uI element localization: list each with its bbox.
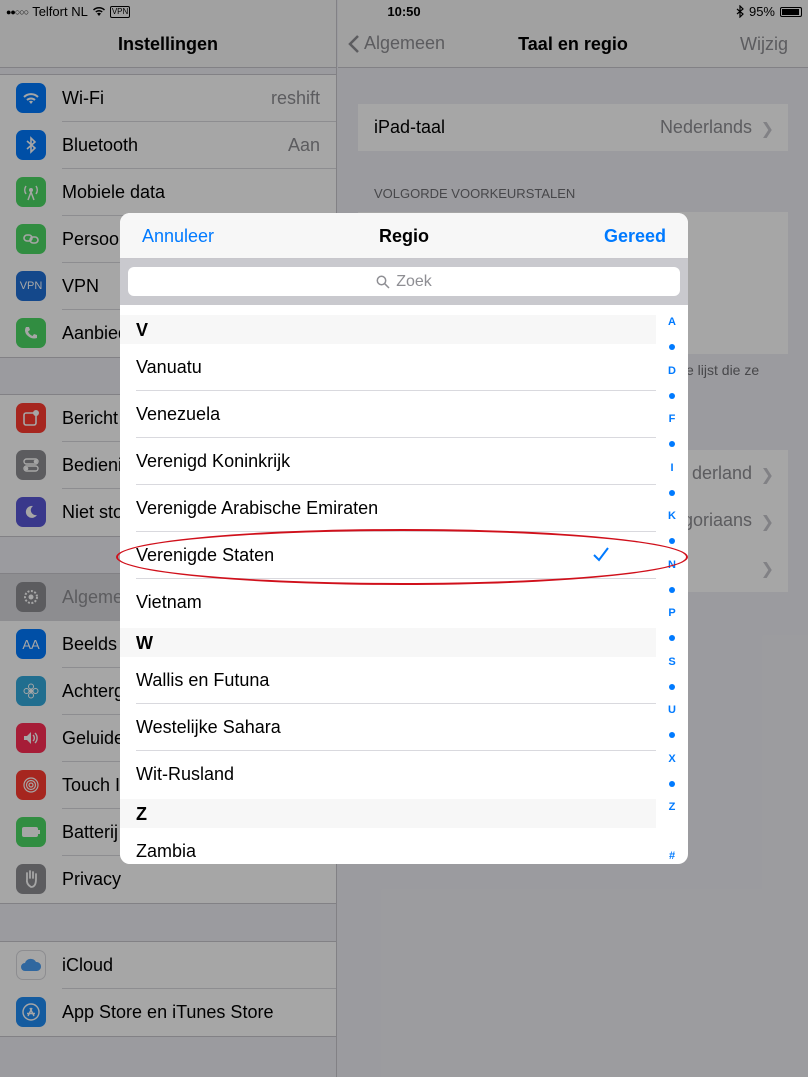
- battery-percentage: 95%: [748, 4, 775, 19]
- index-dot[interactable]: [669, 441, 675, 448]
- index-dot[interactable]: [669, 732, 675, 739]
- section-letter: Z: [136, 804, 147, 824]
- index-letter[interactable]: X: [656, 753, 688, 765]
- region-name: Westelijke Sahara: [136, 717, 281, 737]
- index-letter[interactable]: #: [656, 850, 688, 862]
- index-dot[interactable]: [669, 538, 675, 545]
- list-item[interactable]: Vietnam: [120, 579, 656, 626]
- list-item[interactable]: Wallis en Futuna: [120, 657, 656, 704]
- region-name: Verenigde Arabische Emiraten: [136, 498, 379, 518]
- index-dot[interactable]: [669, 392, 675, 399]
- list-item[interactable]: Vanuatu: [120, 344, 656, 391]
- region-name: Vanuatu: [136, 357, 202, 377]
- search-icon: [376, 275, 390, 289]
- index-letter[interactable]: F: [656, 413, 688, 425]
- status-time: 10:50: [387, 4, 421, 19]
- index-dot[interactable]: [669, 344, 675, 351]
- list-item[interactable]: Verenigde Arabische Emiraten: [120, 485, 656, 532]
- bluetooth-status-icon: [736, 5, 744, 18]
- section-letter: W: [136, 633, 153, 653]
- index-dot[interactable]: [669, 635, 675, 642]
- list-item[interactable]: [120, 305, 656, 315]
- region-name: Wit-Rusland: [136, 764, 235, 784]
- battery-status-icon: [780, 6, 802, 17]
- index-letter[interactable]: D: [656, 365, 688, 377]
- region-name: Vietnam: [136, 592, 202, 612]
- list-item[interactable]: Verenigd Koninkrijk: [120, 438, 656, 485]
- modal-navbar: Annuleer Regio Gereed: [120, 213, 688, 259]
- index-letter[interactable]: Z: [656, 801, 688, 813]
- index-letter[interactable]: P: [656, 607, 688, 619]
- index-letter[interactable]: U: [656, 704, 688, 716]
- section-header-w: W: [120, 628, 656, 657]
- search-placeholder: Zoek: [396, 272, 432, 290]
- region-name: Wallis en Futuna: [136, 670, 270, 690]
- highlight-annotation: [116, 529, 688, 585]
- index-letter[interactable]: I: [656, 462, 688, 474]
- list-item[interactable]: Westelijke Sahara: [120, 704, 656, 751]
- index-dot[interactable]: [669, 489, 675, 496]
- list-item[interactable]: Venezuela: [120, 391, 656, 438]
- region-name: Zambia: [136, 841, 197, 861]
- index-dot[interactable]: [669, 780, 675, 787]
- status-right: 95%: [736, 4, 802, 19]
- index-letter[interactable]: K: [656, 510, 688, 522]
- list-item[interactable]: Zambia: [120, 828, 656, 864]
- index-letter[interactable]: A: [656, 316, 688, 328]
- index-dot[interactable]: [669, 586, 675, 593]
- index-letter[interactable]: S: [656, 656, 688, 668]
- status-bar: ●●○○○ Telfort NL VPN 10:50 95%: [0, 0, 808, 24]
- list-item[interactable]: Wit-Rusland: [120, 751, 656, 798]
- search-bar: Zoek: [120, 259, 688, 305]
- modal-title: Regio: [378, 226, 429, 246]
- section-header-z: Z: [120, 799, 656, 828]
- region-name: Verenigd Koninkrijk: [136, 451, 291, 471]
- battery-level-fill: [782, 8, 800, 15]
- section-header-v: V: [120, 315, 656, 344]
- region-name: Venezuela: [136, 404, 221, 424]
- done-button[interactable]: Gereed: [604, 226, 666, 247]
- search-input[interactable]: Zoek: [128, 267, 680, 296]
- section-letter: V: [136, 320, 149, 340]
- section-index[interactable]: A D F I K N P S U X Z #: [656, 305, 688, 864]
- index-dot[interactable]: [669, 683, 675, 690]
